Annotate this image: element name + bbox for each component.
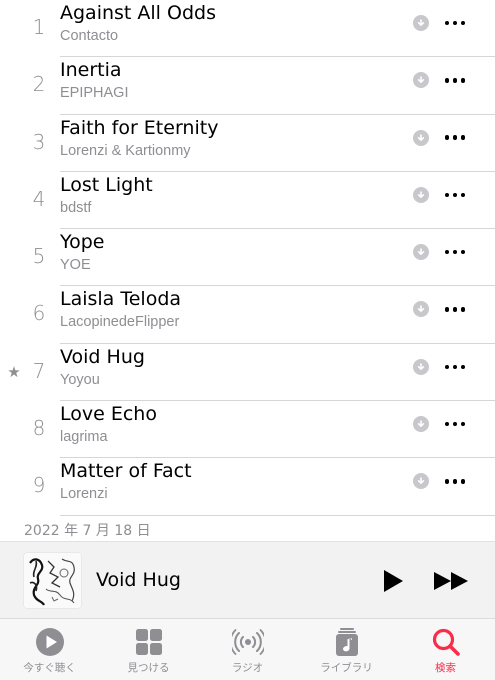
favorite-star-icon: ★ — [7, 363, 21, 381]
download-icon[interactable] — [413, 15, 429, 31]
track-text: Against All Odds Contacto — [60, 1, 216, 46]
tab-label: 今すぐ聴く — [23, 662, 76, 674]
fast-forward-icon[interactable] — [432, 568, 472, 594]
track-list: 1 Against All Odds Contacto 2 Inertia EP… — [0, 0, 495, 516]
more-options-button[interactable] — [440, 184, 470, 206]
track-text: Inertia EPIPHAGI — [60, 58, 129, 103]
track-artist: bdstf — [60, 199, 92, 216]
track-text: Love Echo lagrima — [60, 402, 157, 447]
track-number: 8 — [32, 416, 46, 441]
tab-bar: 今すぐ聴く 見つける ラジオ ライブラリ 検索 — [0, 618, 495, 680]
tab-listen-now[interactable]: 今すぐ聴く — [0, 619, 99, 680]
track-number: 2 — [32, 72, 46, 97]
track-title: Love Echo — [60, 403, 157, 426]
track-artist: Lorenzi & Kartionmy — [60, 142, 191, 159]
track-title: Against All Odds — [60, 2, 216, 24]
track-artist: Contacto — [60, 28, 119, 44]
track-title: Void Hug — [60, 345, 145, 368]
track-text: Lost Light bdstf — [60, 173, 153, 218]
tab-library[interactable]: ライブラリ — [297, 619, 396, 680]
more-options-button[interactable] — [440, 356, 470, 378]
track-row[interactable]: 2 Inertia EPIPHAGI — [0, 57, 495, 115]
track-artist: EPIPHAGI — [60, 85, 129, 102]
track-title: Laisla Teloda — [60, 288, 182, 311]
more-options-button[interactable] — [440, 241, 470, 263]
more-options-button[interactable] — [440, 69, 470, 91]
tab-search[interactable]: 検索 — [396, 619, 495, 680]
download-icon[interactable] — [413, 416, 429, 433]
track-text: Yope YOE — [60, 230, 104, 275]
download-icon[interactable] — [413, 72, 429, 89]
tab-label: ラジオ — [231, 662, 264, 674]
track-artist: lagrima — [60, 429, 108, 446]
library-icon — [331, 626, 363, 658]
radio-icon — [229, 626, 266, 658]
download-icon[interactable] — [413, 301, 429, 318]
album-artwork-icon[interactable] — [24, 553, 81, 608]
track-number: 5 — [32, 244, 46, 269]
track-artist: YOE — [60, 257, 91, 274]
track-row[interactable]: 6 Laisla Teloda LacopinedeFlipper — [0, 286, 495, 344]
download-icon[interactable] — [413, 473, 429, 490]
track-row[interactable]: 9 Matter of Fact Lorenzi — [0, 458, 495, 516]
track-row-now-playing[interactable]: ★ 7 Void Hug Yoyou — [0, 344, 495, 402]
more-options-button[interactable] — [440, 298, 470, 320]
track-artist: Lorenzi — [60, 486, 108, 503]
listen-now-icon — [34, 626, 66, 658]
track-number: 7 — [32, 358, 46, 383]
track-title: Yope — [60, 231, 105, 254]
download-icon[interactable] — [413, 358, 429, 375]
track-row[interactable]: 5 Yope YOE — [0, 229, 495, 287]
track-row[interactable]: 4 Lost Light bdstf — [0, 172, 495, 230]
more-options-button[interactable] — [440, 470, 470, 492]
track-row[interactable]: 8 Love Echo lagrima — [0, 401, 495, 459]
more-options-button[interactable] — [440, 12, 470, 34]
track-number: 6 — [32, 301, 46, 326]
track-title: Inertia — [60, 59, 122, 82]
track-number: 3 — [32, 129, 46, 154]
now-playing-title[interactable]: Void Hug — [96, 569, 181, 591]
track-title: Matter of Fact — [60, 460, 192, 483]
mini-player[interactable]: Void Hug — [0, 541, 495, 618]
play-icon[interactable] — [380, 568, 406, 594]
track-row[interactable]: 3 Faith for Eternity Lorenzi & Kartionmy — [0, 115, 495, 172]
track-title: Faith for Eternity — [60, 116, 219, 139]
more-options-button[interactable] — [440, 413, 470, 435]
track-text: Matter of Fact Lorenzi — [60, 459, 192, 504]
tab-radio[interactable]: ラジオ — [198, 619, 297, 680]
track-text: Laisla Teloda LacopinedeFlipper — [60, 287, 181, 332]
track-number: 1 — [32, 15, 46, 39]
track-number: 4 — [32, 186, 46, 211]
track-text: Faith for Eternity Lorenzi & Kartionmy — [60, 116, 218, 161]
tab-label: 見つける — [127, 662, 170, 674]
tab-label: ライブラリ — [320, 662, 373, 674]
release-date: 2022 年 7 月 18 日 — [24, 523, 151, 539]
track-number: 9 — [32, 473, 46, 498]
download-icon[interactable] — [413, 244, 429, 261]
track-text: Void Hug Yoyou — [60, 345, 145, 390]
track-artist: Yoyou — [60, 371, 100, 388]
browse-grid-icon — [133, 626, 165, 658]
more-options-button[interactable] — [440, 127, 470, 149]
tab-browse[interactable]: 見つける — [99, 619, 198, 680]
track-title: Lost Light — [60, 173, 153, 196]
download-icon[interactable] — [413, 186, 429, 203]
search-icon — [430, 626, 462, 658]
row-divider — [60, 514, 495, 516]
track-artist: LacopinedeFlipper — [60, 314, 180, 331]
track-row[interactable]: 1 Against All Odds Contacto — [0, 0, 495, 58]
download-icon[interactable] — [413, 129, 429, 146]
tab-label: 検索 — [435, 662, 456, 674]
